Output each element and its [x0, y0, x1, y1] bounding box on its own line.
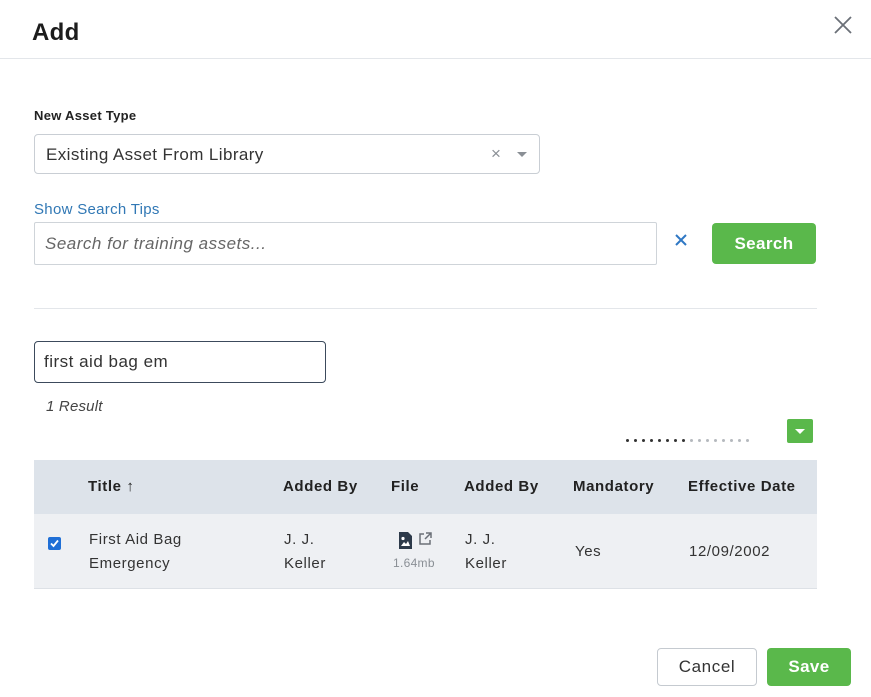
asset-type-selected-value: Existing Asset From Library	[46, 145, 264, 164]
column-header-file[interactable]: File	[391, 478, 419, 495]
row-mandatory: Yes	[575, 543, 602, 560]
asset-type-select[interactable]: Existing Asset From Library ×	[34, 134, 540, 174]
row-title-line2: Emergency	[89, 555, 171, 572]
clear-search-icon[interactable]	[672, 231, 690, 249]
row-checkbox[interactable]	[48, 537, 61, 550]
table-header: Title ↑ Added By File Added By Mandatory…	[34, 460, 817, 514]
file-size: 1.64mb	[393, 556, 435, 570]
dialog-header: Add	[0, 0, 871, 59]
row-title: First Aid Bag Emergency	[89, 528, 182, 576]
row-title-line1: First Aid Bag	[89, 531, 182, 548]
column-header-added-by[interactable]: Added By	[283, 478, 358, 495]
filter-input[interactable]	[34, 341, 326, 383]
column-header-mandatory[interactable]: Mandatory	[573, 478, 654, 495]
external-link-icon[interactable]	[418, 531, 433, 551]
column-header-added-by-2[interactable]: Added By	[464, 478, 539, 495]
row-effective-date: 12/09/2002	[689, 543, 771, 560]
result-count: 1 Result	[46, 398, 103, 415]
row-added-by-2-line1: J. J.	[465, 531, 496, 548]
row-added-by-line2: Keller	[284, 555, 326, 572]
search-input[interactable]	[34, 222, 657, 265]
pagination-dots	[626, 439, 749, 443]
row-added-by-line1: J. J.	[284, 531, 315, 548]
column-header-effective-date[interactable]: Effective Date	[688, 478, 796, 495]
column-header-title[interactable]: Title ↑	[88, 478, 134, 495]
cancel-button[interactable]: Cancel	[657, 648, 757, 686]
asset-type-label: New Asset Type	[34, 108, 137, 123]
close-icon[interactable]	[830, 12, 856, 38]
chevron-down-icon[interactable]	[517, 152, 527, 157]
save-button[interactable]: Save	[767, 648, 851, 686]
row-added-by-2-line2: Keller	[465, 555, 507, 572]
dialog-title: Add	[32, 19, 80, 46]
search-button[interactable]: Search	[712, 223, 816, 264]
table-row[interactable]: First Aid Bag Emergency J. J. Keller 1.6…	[34, 514, 817, 589]
show-search-tips-link[interactable]: Show Search Tips	[34, 201, 160, 218]
image-file-icon[interactable]	[398, 531, 413, 555]
row-added-by: J. J. Keller	[284, 528, 326, 576]
section-divider	[34, 308, 817, 309]
row-added-by-2: J. J. Keller	[465, 528, 507, 576]
clear-selection-icon[interactable]: ×	[491, 144, 501, 164]
column-options-dropdown-button[interactable]	[787, 419, 813, 443]
results-table: Title ↑ Added By File Added By Mandatory…	[34, 460, 817, 589]
